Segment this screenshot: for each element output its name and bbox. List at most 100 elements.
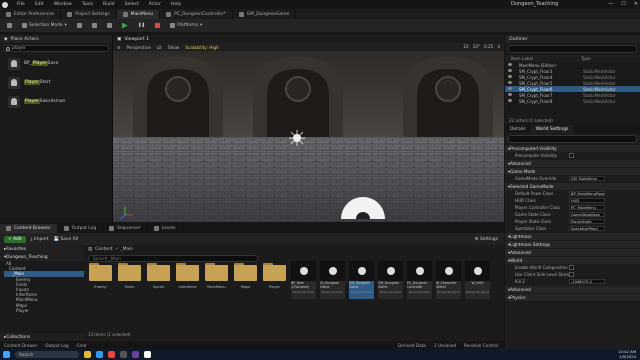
column-item-label[interactable]: Item Label <box>511 56 581 61</box>
place-actor-item[interactable]: PlayerStart <box>0 73 112 92</box>
outliner-search-input[interactable] <box>508 45 637 53</box>
folder-tile[interactable]: Interfaces <box>175 261 200 299</box>
details-section-header[interactable]: ▾ Lightmass Settings <box>505 241 640 248</box>
tab-mainmenu[interactable]: MainMenu <box>116 10 161 19</box>
chrome-browser-icon[interactable] <box>108 351 115 358</box>
tab-pc-dungeon-controller[interactable]: PC_DungeonController* <box>160 10 233 19</box>
visibility-eye-icon[interactable] <box>508 87 512 90</box>
asset-tile[interactable]: W_Character Select Widget Blueprint <box>436 261 461 299</box>
tab-project-settings[interactable]: Project Settings <box>61 10 117 19</box>
folder-tile[interactable]: Inputs <box>146 261 171 299</box>
favorites-header[interactable]: ▸ Favorites <box>0 245 84 253</box>
tab-sequencer[interactable]: Sequencer <box>103 224 148 233</box>
visibility-eye-icon[interactable] <box>508 81 512 84</box>
menu-edit[interactable]: Edit <box>30 2 49 7</box>
menu-actor[interactable]: Actor <box>144 2 166 7</box>
breadcrumb-content[interactable]: Content <box>95 247 112 252</box>
derived-data-button[interactable]: Derived Data <box>398 343 426 348</box>
tab-levels[interactable]: Levels <box>148 224 183 233</box>
tab-details[interactable]: Details <box>505 125 531 133</box>
details-section-header[interactable]: ▾ Game Mode <box>505 168 640 175</box>
level-viewport[interactable]: ▣ Viewport 1 ≡ Perspective Lit Show Scala… <box>113 35 504 222</box>
tab-content-browser[interactable]: Content Browser <box>0 224 58 233</box>
details-section-header[interactable]: ▾ World <box>505 257 640 264</box>
property-value-field[interactable]: -1048575.0 <box>569 279 605 284</box>
output-log-button[interactable]: Output Log <box>45 343 68 348</box>
settings-button[interactable]: ⚙ Settings <box>475 237 498 242</box>
place-actor-item[interactable]: BP_PlayerSave <box>0 54 112 73</box>
content-button[interactable] <box>74 22 85 30</box>
property-value-field[interactable]: PlayerState <box>569 219 605 224</box>
details-section-header[interactable]: ▾ Selected GameMode <box>505 183 640 190</box>
place-actors-search-input[interactable]: player <box>3 45 109 52</box>
viewport-options-icon[interactable]: ≡ <box>117 45 121 50</box>
show-button[interactable]: Show <box>168 45 179 50</box>
details-section-header[interactable]: ▾ Precomputed Visibility <box>505 145 640 152</box>
add-button[interactable]: + Add <box>4 235 26 243</box>
windows-start-icon[interactable] <box>3 351 10 358</box>
content-drawer-button[interactable]: Content Drawer <box>4 343 37 348</box>
angle-snap-value[interactable]: 10° <box>473 44 480 49</box>
blueprint-button[interactable] <box>89 22 100 30</box>
property-value-field[interactable]: HUD <box>569 198 605 203</box>
unsaved-indicator[interactable]: 1 Unsaved <box>434 343 456 348</box>
folder-tile[interactable]: Player <box>262 261 287 299</box>
property-value-field[interactable]: PC_MainMenu <box>569 205 605 210</box>
menu-file[interactable]: File <box>12 2 30 7</box>
property-value-field[interactable]: BP_MainMenuPawn <box>569 191 605 196</box>
property-value-field[interactable]: GameStateBase <box>569 212 605 217</box>
column-type[interactable]: Type <box>581 56 591 61</box>
lit-button[interactable]: Lit <box>157 45 162 50</box>
cinematics-button[interactable] <box>104 22 115 30</box>
collections-header[interactable]: ▸ Collections <box>0 333 84 341</box>
folder-tree-item[interactable]: Player <box>4 308 84 313</box>
visibility-eye-icon[interactable] <box>508 75 512 78</box>
pause-button[interactable]: ❚❚ <box>135 22 148 30</box>
asset-tile[interactable]: BP_Item (Character) Blueprint Class <box>291 261 316 299</box>
tab-editor-preferences[interactable]: Editor Preferences <box>0 10 62 19</box>
asset-tile[interactable]: PC_Dungeon Controller Blueprint Class <box>407 261 432 299</box>
visual-studio-icon[interactable] <box>132 351 139 358</box>
unreal-engine-icon[interactable] <box>144 351 151 358</box>
menu-select[interactable]: Select <box>120 2 144 7</box>
scalability-badge[interactable]: Scalability: High <box>185 45 219 50</box>
place-actor-item[interactable]: PlayerSwordsman <box>0 92 112 111</box>
details-section-header[interactable]: ▾ Lightmass <box>505 233 640 240</box>
tab-gm-dungeon-game[interactable]: GM_DungeonGame <box>233 10 297 19</box>
menu-build[interactable]: Build <box>98 2 120 7</box>
asset-tile[interactable]: GI_Dungeon Game Blueprint Class <box>320 261 345 299</box>
edge-browser-icon[interactable] <box>96 351 103 358</box>
taskbar-search-input[interactable]: Search <box>15 351 79 358</box>
menu-window[interactable]: Window <box>49 2 77 7</box>
save-all-button[interactable]: 💾 Save All <box>54 237 79 242</box>
property-value-field[interactable]: GM_MainMenu <box>569 176 605 181</box>
asset-tile[interactable]: W_HUD Widget Blueprint <box>465 261 490 299</box>
camera-speed-value[interactable]: 4 <box>497 44 500 49</box>
platforms-dropdown[interactable]: Platforms ▾ <box>167 22 205 30</box>
folder-tile[interactable]: Maps <box>233 261 258 299</box>
asset-tile-selected[interactable]: GM_Dungeon Game Blueprint Class <box>349 261 374 299</box>
menu-tools[interactable]: Tools <box>77 2 98 7</box>
property-value-field[interactable]: SpectatorPawn <box>569 226 605 231</box>
visibility-eye-icon[interactable] <box>508 63 512 66</box>
light-gizmo-icon[interactable] <box>289 130 305 146</box>
tab-output-log[interactable]: Output Log <box>58 224 104 233</box>
selection-mode-dropdown[interactable]: Selection Mode ▾ <box>19 22 70 30</box>
folder-tile[interactable]: Enemy <box>88 261 113 299</box>
details-search-input[interactable] <box>508 135 637 143</box>
visibility-eye-icon[interactable] <box>508 93 512 96</box>
minimize-icon[interactable]: — <box>608 1 613 7</box>
menu-help[interactable]: Help <box>166 2 186 7</box>
cmd-input[interactable]: Cmd <box>77 343 87 348</box>
save-button[interactable] <box>4 22 15 30</box>
perspective-button[interactable]: Perspective <box>127 45 151 50</box>
store-icon[interactable] <box>120 351 127 358</box>
file-explorer-icon[interactable] <box>84 351 91 358</box>
close-icon[interactable]: ✕ <box>634 1 638 7</box>
breadcrumb-main[interactable]: _Main <box>120 247 133 252</box>
property-checkbox[interactable] <box>569 153 574 158</box>
system-tray-clock[interactable]: 10:42 AM 1/9/2024 <box>618 349 636 359</box>
tab-world-settings[interactable]: World Settings <box>530 125 574 133</box>
maximize-icon[interactable]: ☐ <box>621 1 625 7</box>
folder-tile[interactable]: MainMenu <box>204 261 229 299</box>
